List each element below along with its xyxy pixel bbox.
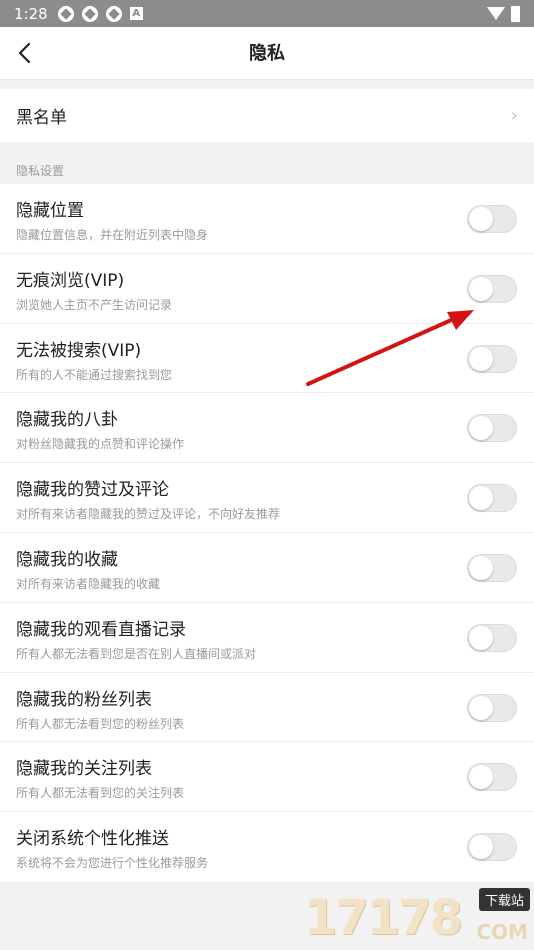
notification-letter-icon: A bbox=[129, 7, 143, 20]
setting-title: 无痕浏览(VIP) bbox=[16, 270, 125, 291]
setting-title: 隐藏我的赞过及评论 bbox=[16, 480, 169, 501]
blacklist-label: 黑名单 bbox=[16, 108, 67, 128]
unsearchable-toggle[interactable] bbox=[467, 344, 517, 373]
status-bar: 1:28 A bbox=[0, 0, 534, 27]
toggle-knob bbox=[469, 765, 493, 790]
toggle-knob bbox=[469, 555, 493, 580]
setting-row-hide-fans-list: 隐藏我的粉丝列表 所有人都无法看到您的粉丝列表 bbox=[0, 673, 534, 743]
battery-icon bbox=[511, 5, 520, 22]
toggle-knob bbox=[469, 416, 493, 441]
setting-row-disable-personalized-push: 关闭系统个性化推送 系统将不会为您进行个性化推荐服务 bbox=[0, 812, 534, 882]
setting-title: 隐藏我的粉丝列表 bbox=[16, 689, 152, 710]
setting-description: 隐藏位置信息，并在附近列表中隐身 bbox=[16, 228, 209, 242]
blacklist-entry[interactable]: 黑名单 › bbox=[0, 89, 534, 142]
hide-favorites-toggle[interactable] bbox=[467, 553, 517, 582]
setting-description: 系统将不会为您进行个性化推荐服务 bbox=[16, 856, 209, 871]
wifi-icon bbox=[487, 7, 505, 20]
toggle-knob bbox=[469, 695, 493, 720]
privacy-settings-list: 隐藏位置 隐藏位置信息，并在附近列表中隐身 无痕浏览(VIP) 浏览她人主页不产… bbox=[0, 184, 534, 882]
toggle-knob bbox=[469, 835, 493, 860]
setting-description: 浏览她人主页不产生访问记录 bbox=[16, 297, 173, 312]
setting-row-incognito-browsing: 无痕浏览(VIP) 浏览她人主页不产生访问记录 bbox=[0, 254, 534, 324]
setting-row-unsearchable: 无法被搜索(VIP) 所有的人不能通过搜索找到您 bbox=[0, 324, 534, 394]
watermark-domain: COM bbox=[476, 920, 528, 944]
page-title: 隐私 bbox=[249, 43, 285, 64]
hide-live-history-toggle[interactable] bbox=[467, 623, 517, 652]
setting-description: 所有人都无法看到您的关注列表 bbox=[16, 786, 185, 801]
setting-title: 隐藏我的收藏 bbox=[16, 549, 118, 570]
setting-row-hide-likes-comments: 隐藏我的赞过及评论 对所有来访者隐藏我的赞过及评论，不向好友推荐 bbox=[0, 463, 534, 533]
section-title: 隐私设置 bbox=[16, 164, 65, 178]
disable-personalized-push-toggle[interactable] bbox=[467, 833, 517, 862]
setting-title: 隐藏我的八卦 bbox=[16, 410, 118, 431]
notification-icon bbox=[81, 5, 98, 22]
toggle-knob bbox=[469, 486, 493, 511]
hide-fans-list-toggle[interactable] bbox=[467, 693, 517, 722]
setting-description: 所有人都无法看到您是否在别人直播间或派对 bbox=[16, 646, 257, 661]
toggle-knob bbox=[469, 625, 493, 650]
toggle-knob bbox=[469, 207, 493, 231]
top-app-bar: 隐私 bbox=[0, 27, 534, 80]
toggle-knob bbox=[469, 276, 493, 301]
watermark-digits: 17178 bbox=[304, 890, 463, 946]
setting-row-hide-favorites: 隐藏我的收藏 对所有来访者隐藏我的收藏 bbox=[0, 533, 534, 603]
setting-description: 对所有来访者隐藏我的赞过及评论，不向好友推荐 bbox=[16, 507, 281, 522]
hide-gossip-toggle[interactable] bbox=[467, 414, 517, 443]
setting-description: 所有的人不能通过搜索找到您 bbox=[16, 367, 173, 382]
setting-row-hide-gossip: 隐藏我的八卦 对粉丝隐藏我的点赞和评论操作 bbox=[0, 393, 534, 464]
setting-row-hide-following-list: 隐藏我的关注列表 所有人都无法看到您的关注列表 bbox=[0, 742, 534, 813]
setting-title: 隐藏我的观看直播记录 bbox=[16, 619, 186, 640]
watermark-tag: 下载站 bbox=[478, 888, 530, 911]
notification-icon bbox=[105, 5, 122, 22]
site-watermark: 17178 下载站 COM bbox=[304, 888, 530, 946]
setting-description: 对粉丝隐藏我的点赞和评论操作 bbox=[16, 437, 185, 452]
status-time: 1:28 bbox=[14, 4, 48, 23]
setting-title: 隐藏我的关注列表 bbox=[16, 759, 152, 780]
hide-following-list-toggle[interactable] bbox=[467, 763, 517, 792]
setting-title: 隐藏位置 bbox=[16, 201, 84, 221]
chevron-right-icon: › bbox=[510, 105, 518, 126]
setting-description: 对所有来访者隐藏我的收藏 bbox=[16, 576, 161, 591]
setting-description: 所有人都无法看到您的粉丝列表 bbox=[16, 716, 185, 731]
hide-likes-comments-toggle[interactable] bbox=[467, 484, 517, 513]
hide-location-toggle[interactable] bbox=[467, 205, 517, 233]
setting-row-hide-location: 隐藏位置 隐藏位置信息，并在附近列表中隐身 bbox=[0, 184, 534, 254]
setting-row-hide-live-history: 隐藏我的观看直播记录 所有人都无法看到您是否在别人直播间或派对 bbox=[0, 603, 534, 673]
setting-title: 无法被搜索(VIP) bbox=[16, 340, 142, 361]
notification-icon bbox=[57, 5, 74, 22]
setting-title: 关闭系统个性化推送 bbox=[16, 829, 169, 850]
incognito-browsing-toggle[interactable] bbox=[467, 274, 517, 303]
toggle-knob bbox=[469, 346, 493, 371]
